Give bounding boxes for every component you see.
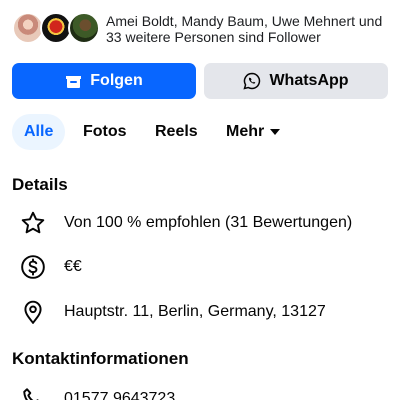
followers-rest[interactable]: 33 weitere Personen sind Follower (106, 29, 321, 45)
location-pin-icon (24, 300, 42, 324)
rating-text: Von 100 % empfohlen (31 Bewertungen) (64, 214, 353, 231)
followers-connector: und (355, 13, 383, 29)
details-title: Details (12, 175, 68, 194)
address-text: Hauptstr. 11, Berlin, Germany, 13127 (64, 303, 326, 320)
price-range-text: €€ (64, 258, 82, 275)
details-row-rating[interactable]: Von 100 % empfohlen (31 Bewertungen) (12, 208, 388, 238)
follow-label: Folgen (90, 72, 143, 89)
tab-label: Reels (155, 123, 198, 140)
phone-icon (23, 388, 39, 400)
follow-icon (66, 76, 82, 88)
tab-mehr[interactable]: Mehr (226, 114, 281, 150)
tab-label: Mehr (226, 123, 265, 140)
whatsapp-label: WhatsApp (269, 72, 349, 89)
dollar-circle-icon (21, 255, 45, 279)
follow-button[interactable]: Folgen (12, 63, 196, 99)
tab-label: Fotos (83, 123, 127, 140)
avatar[interactable] (68, 12, 100, 44)
star-icon (21, 211, 45, 234)
phone-text: 01577 9643723 (64, 390, 176, 400)
tab-label: Alle (24, 123, 54, 140)
details-row-address[interactable]: Hauptstr. 11, Berlin, Germany, 13127 (12, 297, 388, 327)
tab-fotos[interactable]: Fotos (83, 114, 127, 150)
tab-reels[interactable]: Reels (155, 114, 198, 150)
follower-names[interactable]: Amei Boldt, Mandy Baum, Uwe Mehnert (106, 13, 355, 29)
tab-alle[interactable]: Alle (12, 114, 66, 150)
caret-down-icon (270, 128, 281, 135)
contact-row-phone[interactable]: 01577 9643723 (12, 384, 388, 400)
whatsapp-button[interactable]: WhatsApp (204, 63, 388, 99)
contact-title: Kontaktinformationen (12, 349, 189, 368)
followers-text: Amei Boldt, Mandy Baum, Uwe Mehnert und … (106, 13, 396, 45)
followers-summary[interactable]: Amei Boldt, Mandy Baum, Uwe Mehnert und … (12, 10, 392, 48)
profile-tabs: Alle Fotos Reels Mehr (12, 114, 388, 150)
details-row-price: €€ (12, 252, 388, 282)
follower-avatars[interactable] (12, 12, 102, 44)
whatsapp-icon (243, 72, 261, 90)
